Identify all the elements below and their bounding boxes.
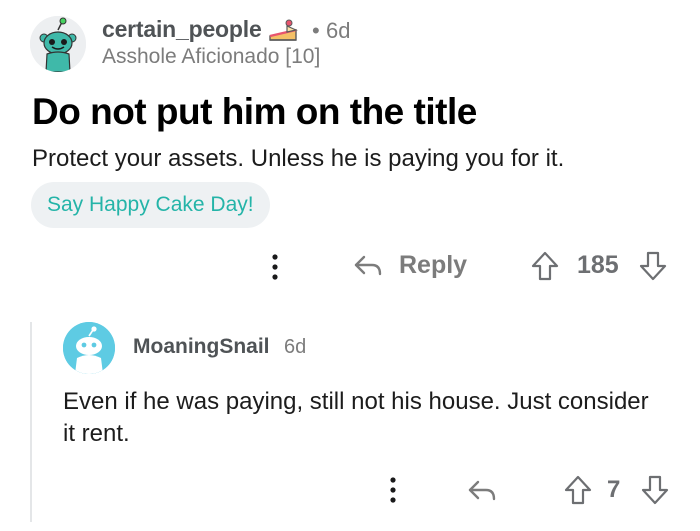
user-flair: Asshole Aficionado [10] <box>102 45 321 68</box>
reply-age: 6d <box>284 336 307 358</box>
reply-body: Even if he was paying, still not his hou… <box>63 388 649 447</box>
reply-arrow-icon[interactable] <box>466 477 498 505</box>
comment-username[interactable]: certain_people <box>102 16 262 43</box>
thread-line[interactable] <box>30 322 32 522</box>
snoo-avatar-icon <box>30 16 86 72</box>
upvote-arrow-icon[interactable] <box>530 250 560 282</box>
default-snoo-avatar-icon <box>63 322 115 374</box>
user-avatar[interactable] <box>30 16 86 72</box>
reply-button[interactable]: Reply <box>399 251 467 280</box>
reply-arrow-icon[interactable] <box>352 252 384 280</box>
downvote-arrow-icon[interactable] <box>640 474 670 506</box>
comment-age: 6d <box>326 18 351 43</box>
cake-icon <box>267 16 299 44</box>
vote-score: 185 <box>577 251 619 279</box>
vote-score: 7 <box>607 476 621 503</box>
more-vertical-icon[interactable] <box>382 475 404 505</box>
say-happy-cake-day-button[interactable]: Say Happy Cake Day! <box>31 182 270 228</box>
more-vertical-icon[interactable] <box>264 252 286 282</box>
comment-body: Protect your assets. Unless he is paying… <box>32 145 565 172</box>
reply-username[interactable]: MoaningSnail <box>133 335 270 359</box>
downvote-arrow-icon[interactable] <box>638 250 668 282</box>
reply-avatar[interactable] <box>63 322 115 374</box>
upvote-arrow-icon[interactable] <box>563 474 593 506</box>
meta-separator: • <box>312 18 320 43</box>
comment-title: Do not put him on the title <box>32 91 477 132</box>
